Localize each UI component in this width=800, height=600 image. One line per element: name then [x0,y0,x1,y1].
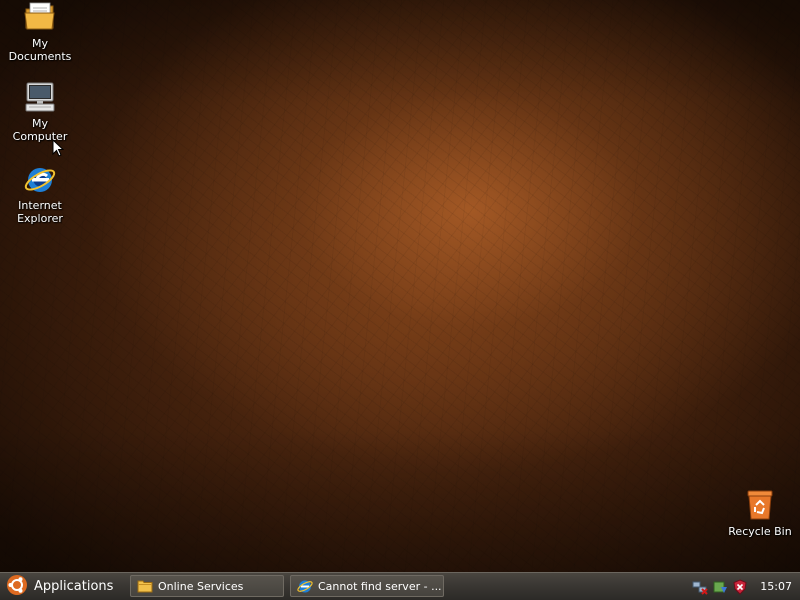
applications-menu-button[interactable]: Applications [0,574,121,600]
desktop-icon-label: Recycle Bin [728,525,792,538]
taskbar-button-online-services[interactable]: Online Services [130,575,284,597]
security-shield-icon[interactable] [712,579,728,595]
desktop-icon-label: My [31,117,48,130]
applications-label: Applications [34,579,114,594]
mouse-pointer-icon [52,138,65,161]
taskbar: Applications Online Services Cannot find… [0,572,800,600]
desktop-icon-my-documents[interactable]: My Documents [2,0,78,63]
desktop-wallpaper[interactable]: My Documents My Computer Internet Explor… [0,0,800,572]
desktop-icon-label: My [31,37,48,50]
ubuntu-logo-icon [6,574,28,600]
folder-icon [137,579,153,593]
internet-explorer-icon [23,162,57,196]
desktop-icon-label: Explorer [17,212,63,225]
taskbar-button-internet-explorer[interactable]: Cannot find server - ... [290,575,444,597]
internet-explorer-icon [297,578,313,594]
desktop-icon-my-computer[interactable]: My Computer [2,80,78,143]
taskbar-button-label: Cannot find server - ... [318,579,442,593]
desktop-icon-label: Internet [18,199,62,212]
network-disconnected-icon[interactable] [692,579,709,595]
computer-icon [23,80,57,114]
desktop-icon-label: Documents [8,50,72,63]
system-tray: 15:07 [686,573,800,600]
clock[interactable]: 15:07 [760,580,792,593]
desktop-icon-recycle-bin[interactable]: Recycle Bin [722,488,798,538]
desktop-icon-internet-explorer[interactable]: Internet Explorer [2,162,78,225]
recycle-bin-icon [743,488,777,522]
taskbar-button-label: Online Services [158,579,244,593]
shield-alert-icon[interactable] [732,578,748,595]
folder-icon [23,0,57,34]
